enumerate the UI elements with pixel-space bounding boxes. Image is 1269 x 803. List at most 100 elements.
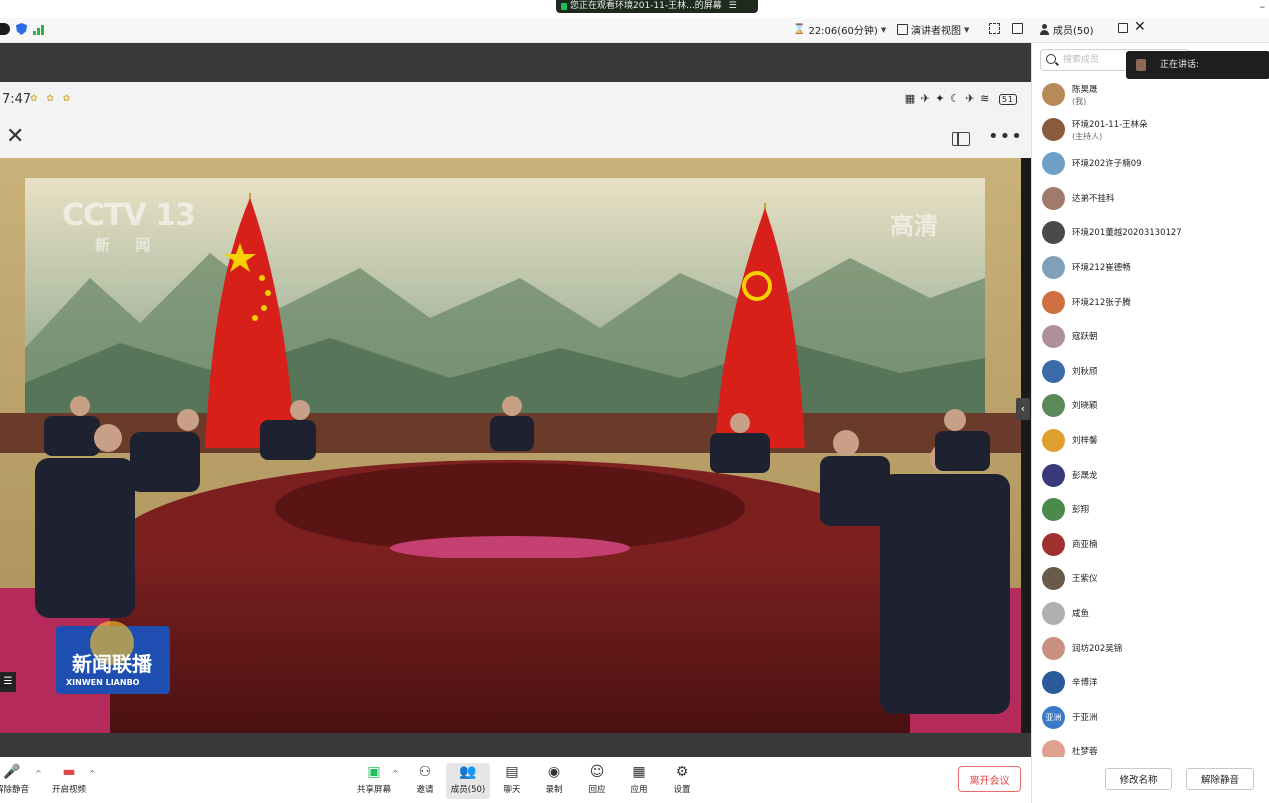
signal-icon[interactable] — [33, 24, 44, 35]
participant-avatar — [1042, 532, 1065, 556]
participant-row[interactable]: 商亚楠 — [1032, 528, 1269, 563]
minimize-icon[interactable]: – — [1260, 0, 1266, 13]
video-options-caret[interactable]: ^ — [89, 769, 96, 778]
info-icon[interactable] — [0, 23, 10, 35]
zoom-window: 您正在观看环境201-11-王林...的屏幕 ☰ – ⌛ 22:06(60分钟)… — [0, 0, 1269, 803]
shared-screen[interactable]: 7:47 ✿ ✿ ✿ ▦ ✈ ✦ ☾ ✈ ≋ 51 ✕ ••• CCTV 13 … — [0, 43, 1031, 757]
rename-button[interactable]: 修改名称 — [1105, 768, 1172, 790]
participant-name: 辛博洋 — [1072, 678, 1098, 689]
channel-logo: CCTV 13 — [62, 198, 196, 233]
program-subtitle: XINWEN LIANBO — [66, 678, 140, 687]
participant-row[interactable]: 刘秋颀 — [1032, 355, 1269, 390]
view-mode-dropdown[interactable]: 演讲者视图 ▼ — [897, 22, 969, 37]
apps-label: 应用 — [630, 785, 648, 795]
search-icon — [1046, 54, 1056, 64]
program-title: 新闻联播 — [72, 652, 152, 676]
viewing-share-banner[interactable]: 您正在观看环境201-11-王林...的屏幕 ☰ — [556, 0, 758, 13]
share-top-band — [0, 43, 1031, 82]
participant-name: 润坊202吴锦 — [1072, 643, 1123, 654]
unmute-all-button[interactable]: 解除静音 — [1186, 768, 1254, 790]
participant-row[interactable]: 寇跃朝 — [1032, 320, 1269, 355]
reactions-label: 回应 — [588, 785, 606, 795]
record-button[interactable]: ◉ 录制 — [532, 763, 576, 799]
participant-row[interactable]: 环境212崔德畅 — [1032, 251, 1269, 286]
chevron-down-icon: ▼ — [880, 25, 887, 34]
participants-button[interactable]: 👥 成员(50) — [446, 763, 490, 799]
leave-meeting-button[interactable]: 离开会议 — [958, 766, 1021, 792]
security-shield-icon[interactable] — [16, 23, 27, 35]
popout-icon[interactable] — [1118, 23, 1128, 33]
participant-row[interactable]: 环境201-11-王林朵 (主持人) — [1032, 113, 1269, 148]
layout-icon[interactable] — [952, 132, 970, 146]
participant-avatar — [1042, 290, 1065, 314]
participant-name: 刘梓馨 — [1072, 435, 1098, 446]
apps-button[interactable]: ▦ 应用 — [617, 763, 661, 799]
audio-options-caret[interactable]: ^ — [35, 769, 42, 778]
participant-name: 王紫仪 — [1072, 574, 1098, 585]
participant-name: 寇跃朝 — [1072, 332, 1098, 343]
share-screen-button[interactable]: ▣ 共享屏幕 — [352, 763, 396, 799]
reactions-button[interactable]: ☺ 回应 — [575, 763, 619, 799]
top-toolbar: ⌛ 22:06(60分钟) ▼ 演讲者视图 ▼ 成员(50) ✕ — [0, 18, 1269, 43]
battery-icon: 51 — [998, 94, 1017, 105]
participant-avatar — [1042, 394, 1065, 418]
chevron-down-icon: ▼ — [964, 25, 970, 34]
participant-row[interactable]: 咸鱼 — [1032, 597, 1269, 632]
invite-button[interactable]: ⚇ 邀请 — [403, 763, 447, 799]
start-video-label: 开启视频 — [51, 785, 86, 795]
phone-time: 7:47 — [2, 92, 32, 107]
phone-status-icons: ▦ ✈ ✦ ☾ ✈ ≋ 51 — [905, 92, 1017, 105]
participants-icon: 👥 — [459, 764, 477, 780]
participant-name: 环境202许子楠09 — [1072, 159, 1142, 170]
participant-row[interactable]: 王紫仪 — [1032, 562, 1269, 597]
participant-avatar — [1042, 255, 1065, 279]
start-video-button[interactable]: ▬ 开启视频 — [47, 763, 91, 799]
participant-row[interactable]: 环境201董越20203130127 — [1032, 216, 1269, 251]
meeting-timer[interactable]: ⌛ 22:06(60分钟) ▼ — [793, 22, 886, 37]
menu-icon[interactable]: ☰ — [729, 1, 737, 11]
participant-name: 达弟不挂科 — [1072, 193, 1115, 204]
participant-row[interactable]: 亚洲 于亚洲 — [1032, 701, 1269, 736]
participant-row[interactable]: 环境212张子腾 — [1032, 286, 1269, 321]
participant-name: 彭晟龙 — [1072, 470, 1098, 481]
share-options-caret[interactable]: ^ — [392, 769, 399, 778]
participant-row[interactable]: 辛博洋 — [1032, 666, 1269, 701]
settings-label: 设置 — [673, 785, 691, 795]
apps-icon: ▦ — [632, 764, 646, 780]
side-menu-icon[interactable]: ☰ — [0, 672, 16, 692]
participant-avatar: 亚洲 — [1042, 705, 1065, 729]
unmute-button[interactable]: 🎤 解除静音 — [0, 763, 34, 799]
fullscreen-icon[interactable] — [989, 23, 1000, 34]
participant-row[interactable]: 彭晟龙 — [1032, 459, 1269, 494]
participants-tab[interactable]: 成员(50) — [1039, 22, 1094, 37]
participants-icon — [1039, 24, 1050, 35]
participant-row[interactable]: 环境202许子楠09 — [1032, 147, 1269, 182]
chat-button[interactable]: ▤ 聊天 — [490, 763, 534, 799]
participant-name: 杜梦蓉 — [1072, 747, 1098, 758]
chat-label: 聊天 — [503, 785, 521, 795]
participant-role: (我) — [1072, 97, 1087, 106]
settings-button[interactable]: ⚙ 设置 — [660, 763, 704, 799]
participant-row[interactable]: 达弟不挂科 — [1032, 182, 1269, 217]
participant-name: 刘秋颀 — [1072, 366, 1098, 377]
speaker-avatar — [1136, 59, 1146, 71]
participant-row[interactable]: 刘晓颖 — [1032, 389, 1269, 424]
participant-row[interactable]: 彭翔 — [1032, 493, 1269, 528]
participant-row[interactable]: 刘梓馨 — [1032, 424, 1269, 459]
participant-avatar — [1042, 671, 1065, 695]
close-icon[interactable]: ✕ — [6, 124, 24, 149]
hd-badge: 高清 — [890, 212, 938, 240]
share-screen-label: 共享屏幕 — [356, 785, 391, 795]
participant-avatar — [1042, 601, 1065, 625]
split-view-icon[interactable] — [1012, 23, 1023, 34]
participant-row[interactable]: 润坊202吴锦 — [1032, 632, 1269, 667]
video-off-icon: ▬ — [62, 764, 76, 780]
participant-name: 刘晓颖 — [1072, 401, 1098, 412]
collapse-panel-icon[interactable]: ‹ — [1016, 398, 1030, 420]
participant-avatar — [1042, 325, 1065, 349]
more-icon[interactable]: ••• — [988, 126, 1023, 147]
share-banner-text: 您正在观看环境201-11-王林...的屏幕 — [570, 1, 722, 11]
participant-row[interactable]: 陈昊晟 (我) — [1032, 78, 1269, 113]
close-panel-icon[interactable]: ✕ — [1134, 19, 1146, 35]
microphone-muted-icon: 🎤 — [3, 764, 21, 780]
